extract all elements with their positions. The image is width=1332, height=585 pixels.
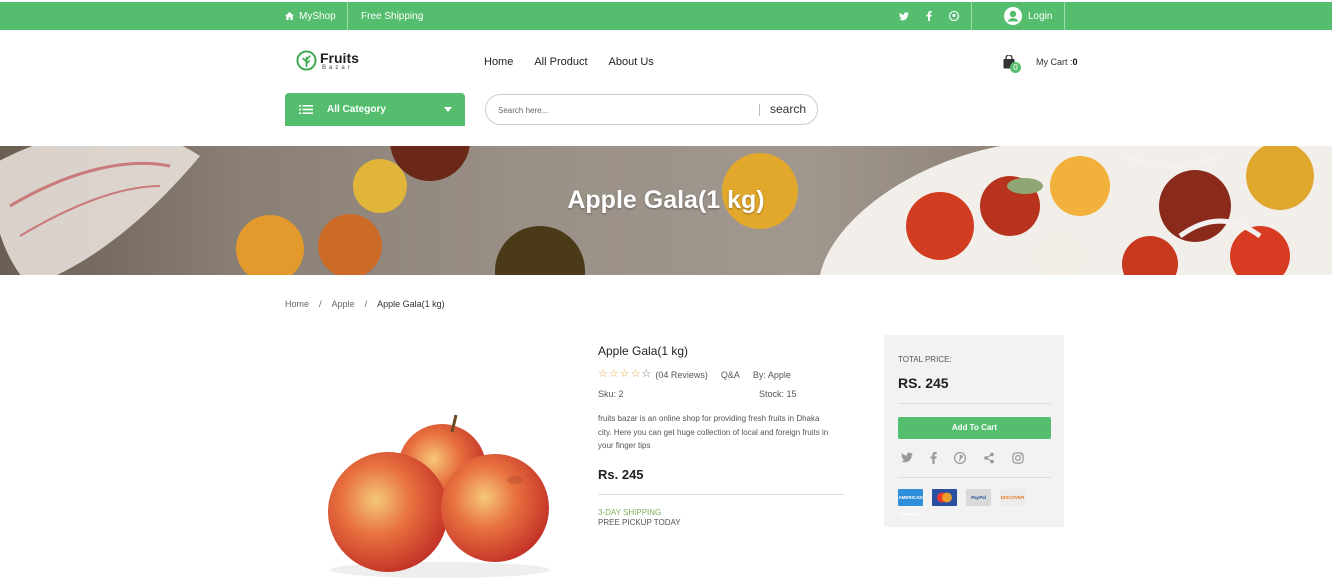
nav-all-product[interactable]: All Product <box>534 56 587 68</box>
star-icon: ☆ <box>619 368 630 380</box>
pickup-info: PREE PICKUP TODAY <box>598 517 681 527</box>
star-icon: ☆ <box>630 368 641 380</box>
divider <box>1064 2 1065 30</box>
shipping-info: 3-DAY SHIPPING <box>598 507 662 517</box>
breadcrumb: Home / Apple / Apple Gala(1 kg) <box>285 299 445 309</box>
product-description: fruits bazar is an online shop for provi… <box>598 414 829 451</box>
cart-link[interactable]: 0 My Cart : 0 <box>1003 55 1078 73</box>
product-stock-row: Sku: 2 Stock: 15 <box>598 389 844 399</box>
paypal-card-icon: PayPal <box>966 489 991 506</box>
divider <box>898 403 1051 404</box>
product-info: Apple Gala(1 kg) ☆ ☆ ☆ ☆ ☆ (04 Reviews) … <box>598 344 844 527</box>
shop-name: MyShop <box>299 10 336 22</box>
category-label: All Category <box>327 104 386 115</box>
rating-stars[interactable]: ☆ ☆ ☆ ☆ ☆ <box>598 369 651 380</box>
pinterest-icon[interactable] <box>954 452 966 464</box>
cart-total: 0 <box>1072 57 1078 67</box>
login-label: Login <box>1028 10 1053 22</box>
product-name: Apple Gala(1 kg) <box>598 344 689 358</box>
divider <box>598 493 844 495</box>
divider <box>347 2 348 30</box>
logo[interactable]: Fruits Bazar <box>296 50 359 71</box>
chevron-down-icon <box>444 107 452 112</box>
list-icon <box>299 105 313 114</box>
logo-text: Fruits <box>320 49 359 66</box>
divider <box>898 477 1051 478</box>
breadcrumb-separator: / <box>364 299 368 309</box>
breadcrumb-home[interactable]: Home <box>285 299 309 309</box>
breadcrumb-separator: / <box>319 299 322 309</box>
main-nav: Home All Product About Us <box>484 56 654 68</box>
product-price: Rs. 245 <box>598 466 644 482</box>
product-meta: ☆ ☆ ☆ ☆ ☆ (04 Reviews) Q&A By: Apple <box>598 369 844 380</box>
qa-link[interactable]: Q&A <box>721 370 740 380</box>
purchase-panel: TOTAL PRICE: RS. 245 Add To Cart AMERICA… <box>884 335 1064 527</box>
star-icon: ☆ <box>608 368 619 380</box>
payment-methods: AMERICAN EXPRESS PayPal DISCOVER <box>898 489 1025 517</box>
login-link[interactable]: Login <box>1004 2 1052 30</box>
leaf-logo-icon <box>296 50 317 71</box>
shop-link[interactable]: MyShop <box>285 2 336 30</box>
search-input[interactable] <box>498 102 753 118</box>
product-stock: Stock: 15 <box>759 389 797 399</box>
nav-about-us[interactable]: About Us <box>609 56 654 68</box>
product-sku: Sku: 2 <box>598 389 624 399</box>
breadcrumb-current: Apple Gala(1 kg) <box>377 299 445 309</box>
banner-title: Apple Gala(1 kg) <box>567 186 765 214</box>
reviews-count[interactable]: (04 Reviews) <box>655 370 708 380</box>
star-icon: ☆ <box>598 368 608 380</box>
total-price-label: TOTAL PRICE: <box>898 355 952 364</box>
top-bar: MyShop Free Shipping Login <box>0 2 1332 30</box>
share-icon[interactable] <box>983 452 995 464</box>
add-to-cart-button[interactable]: Add To Cart <box>898 417 1051 439</box>
instagram-icon[interactable] <box>1012 452 1024 464</box>
hero-banner: Apple Gala(1 kg) <box>0 146 1332 275</box>
search-button[interactable]: search <box>770 102 806 116</box>
divider <box>971 2 972 30</box>
twitter-icon[interactable] <box>901 452 913 463</box>
twitter-icon[interactable] <box>899 2 909 30</box>
discover-card-icon: DISCOVER <box>1000 489 1025 506</box>
cart-label: My Cart : <box>1036 57 1073 67</box>
total-price-value: RS. 245 <box>898 375 949 391</box>
product-image[interactable] <box>300 395 565 580</box>
pinterest-icon[interactable] <box>949 2 959 30</box>
product-brand: By: Apple <box>752 369 791 380</box>
amex-card-icon: AMERICAN EXPRESS <box>898 489 923 517</box>
all-category-dropdown[interactable]: All Category <box>285 93 465 126</box>
nav-home[interactable]: Home <box>484 56 513 68</box>
free-shipping-text: Free Shipping <box>361 10 424 22</box>
cart-count-badge: 0 <box>1010 62 1021 73</box>
search-bar: search <box>485 94 818 125</box>
share-icons <box>901 452 1024 464</box>
mastercard-icon <box>932 489 957 506</box>
home-icon <box>285 12 294 20</box>
user-icon <box>1004 7 1022 25</box>
star-icon: ☆ <box>641 368 652 380</box>
search-divider <box>759 104 760 116</box>
facebook-icon[interactable] <box>930 452 937 464</box>
breadcrumb-apple[interactable]: Apple <box>332 299 355 309</box>
facebook-icon[interactable] <box>926 2 932 30</box>
